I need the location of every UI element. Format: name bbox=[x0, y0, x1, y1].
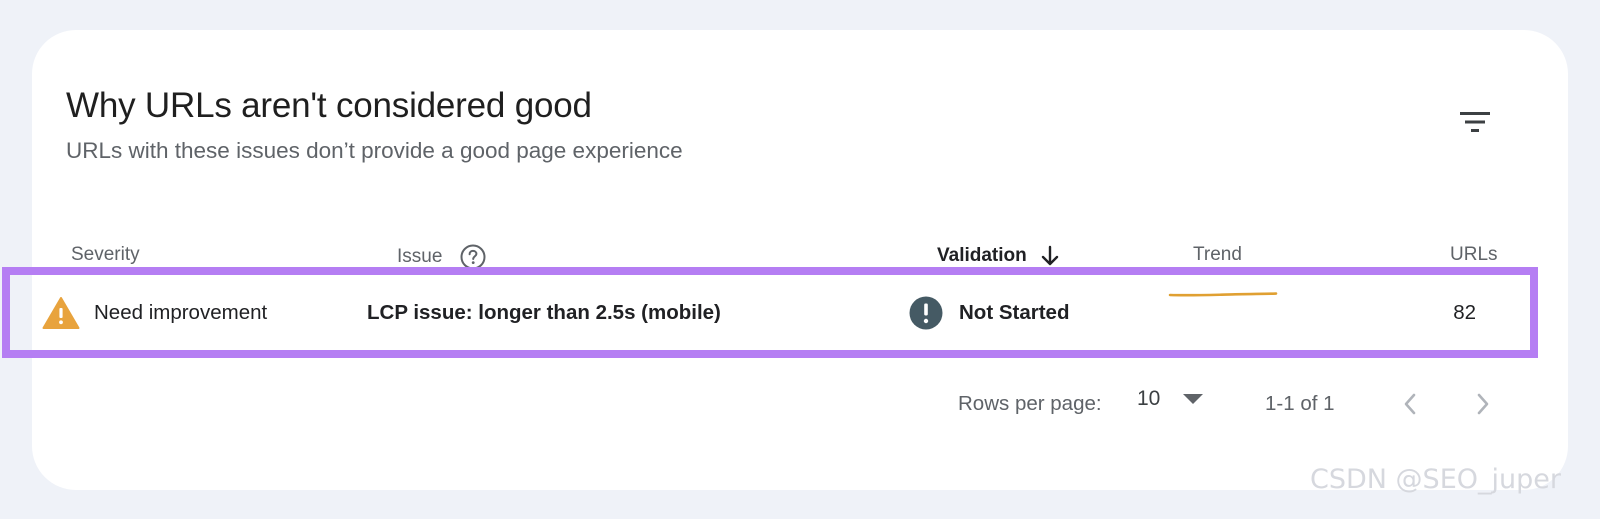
rows-per-page-value: 10 bbox=[1137, 387, 1161, 410]
chevron-left-icon bbox=[1404, 393, 1416, 415]
pagination-range: 1-1 of 1 bbox=[1265, 392, 1335, 415]
warning-icon bbox=[42, 296, 80, 329]
filter-icon bbox=[1460, 112, 1490, 132]
severity-label: Need improvement bbox=[94, 300, 268, 324]
table-row[interactable]: Need improvement LCP issue: longer than … bbox=[2, 267, 1538, 358]
column-header-validation[interactable]: Validation bbox=[937, 244, 1061, 268]
column-header-issue-label: Issue bbox=[397, 246, 443, 267]
sort-arrow-down-icon bbox=[1041, 245, 1058, 266]
card-title: Why URLs aren't considered good bbox=[66, 86, 592, 125]
issue-cell: LCP issue: longer than 2.5s (mobile) bbox=[367, 300, 721, 324]
column-header-validation-label: Validation bbox=[937, 245, 1027, 266]
validation-cell: Not Started bbox=[909, 275, 1069, 350]
rows-per-page-select[interactable]: 10 bbox=[1137, 387, 1204, 411]
trend-sparkline bbox=[1168, 292, 1278, 297]
issues-card: Why URLs aren't considered good URLs wit… bbox=[32, 30, 1568, 490]
column-header-trend-label: Trend bbox=[1193, 244, 1242, 265]
previous-page-button[interactable] bbox=[1390, 384, 1430, 424]
column-header-severity: Severity bbox=[71, 244, 140, 266]
dropdown-arrow-icon bbox=[1183, 394, 1204, 404]
chevron-right-icon bbox=[1477, 393, 1489, 415]
filter-button[interactable] bbox=[1452, 102, 1500, 142]
column-header-urls: URLs bbox=[1450, 244, 1498, 266]
column-header-severity-label: Severity bbox=[71, 244, 140, 265]
severity-cell: Need improvement bbox=[42, 275, 267, 350]
urls-count: 82 bbox=[1453, 300, 1476, 324]
next-page-button[interactable] bbox=[1463, 384, 1503, 424]
column-header-urls-label: URLs bbox=[1450, 244, 1498, 265]
watermark: CSDN @SEO_juper bbox=[1310, 464, 1561, 495]
trend-cell bbox=[1160, 275, 1290, 350]
validation-status: Not Started bbox=[959, 300, 1070, 324]
card-subtitle: URLs with these issues don’t provide a g… bbox=[66, 138, 683, 163]
column-header-trend: Trend bbox=[1193, 244, 1242, 266]
exclamation-circle-icon bbox=[909, 296, 943, 329]
rows-per-page-label: Rows per page: bbox=[958, 392, 1102, 415]
